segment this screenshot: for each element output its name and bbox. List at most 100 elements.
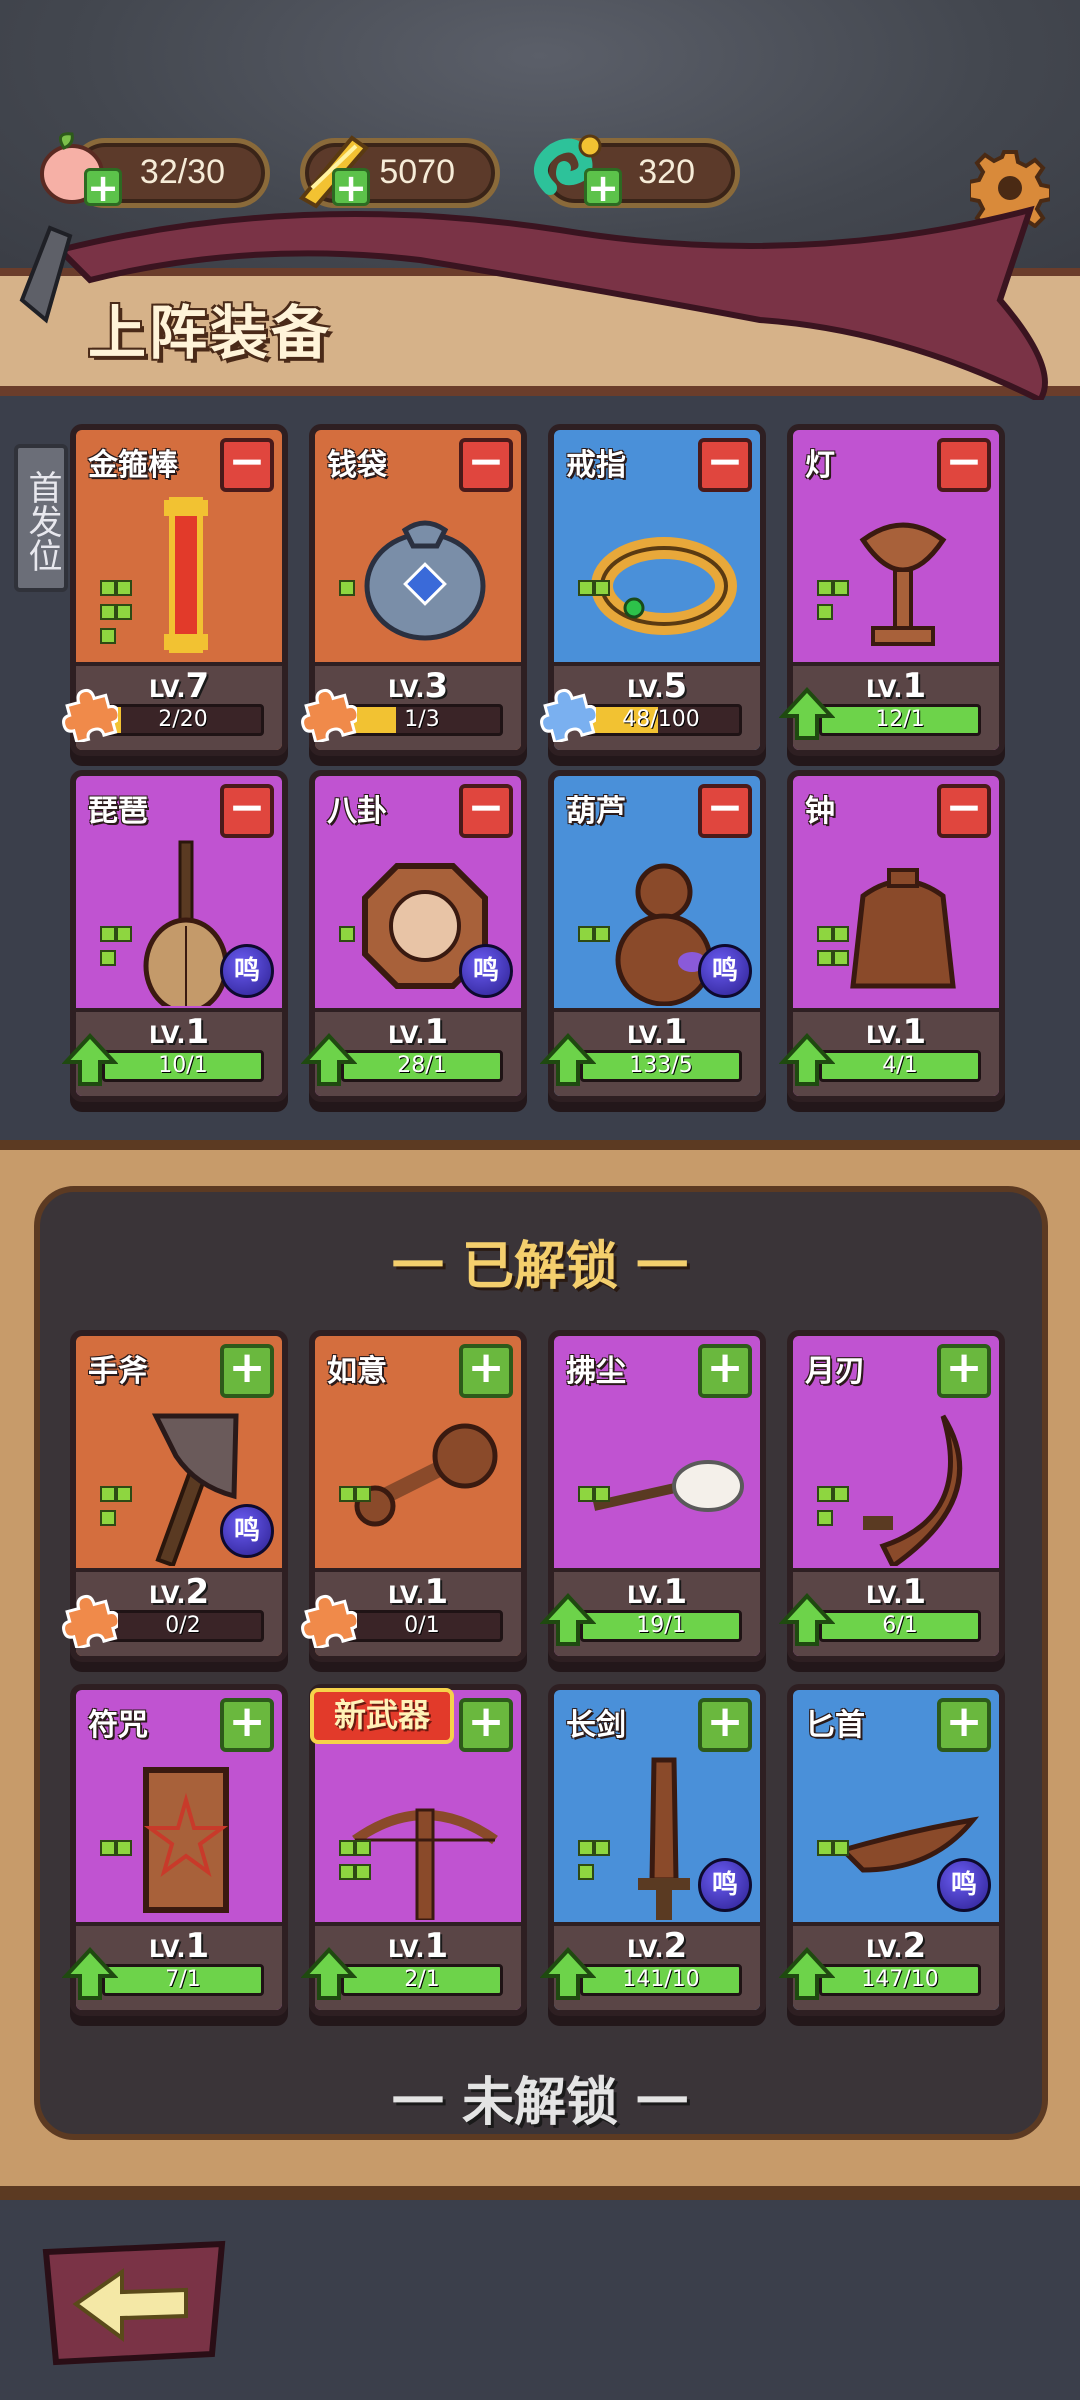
resonance-badge: 鸣: [937, 1858, 991, 1912]
new-weapon-badge: 新武器: [310, 1688, 454, 1744]
slot-pip: [578, 1486, 594, 1502]
tab-starting-position[interactable]: 首发位: [14, 444, 68, 592]
slot-pip: [116, 1486, 132, 1502]
progress-text: 12/1: [875, 707, 925, 732]
equip-button[interactable]: +: [220, 1344, 274, 1398]
equip-button[interactable]: +: [459, 1344, 513, 1398]
slot-pips: [100, 1840, 140, 1864]
level-prefix: LV.: [865, 1935, 903, 1963]
gear-icon[interactable]: [967, 148, 1053, 236]
unequip-button[interactable]: −: [220, 438, 274, 492]
upgrade-arrow-icon: [300, 1946, 358, 2002]
slot-pips: [339, 580, 379, 604]
unequip-button[interactable]: −: [459, 438, 513, 492]
level-prefix: LV.: [148, 675, 186, 703]
level-prefix: LV.: [148, 1581, 186, 1609]
slot-pips: [100, 926, 140, 974]
slot-pip: [100, 604, 116, 620]
item-name: 戒指: [566, 448, 626, 483]
puzzle-piece-icon: [540, 686, 599, 745]
unequip-button[interactable]: −: [220, 784, 274, 838]
slot-pip: [339, 1486, 355, 1502]
jade-add-button[interactable]: +: [584, 168, 622, 207]
progress-bar: 1/3: [341, 704, 503, 736]
unequip-button[interactable]: −: [937, 438, 991, 492]
slot-pip: [817, 604, 833, 620]
resonance-badge: 鸣: [698, 944, 752, 998]
progress-text: 10/1: [158, 1053, 208, 1078]
slot-pip: [116, 604, 132, 620]
lamp-icon: [823, 490, 983, 660]
upgrade-arrow-icon: [778, 686, 836, 742]
level-number: 1: [663, 1572, 688, 1612]
slot-pip: [817, 1510, 833, 1526]
slot-pip: [578, 1840, 594, 1856]
item-name: 拂尘: [566, 1354, 626, 1389]
resonance-badge: 鸣: [220, 944, 274, 998]
back-button[interactable]: [36, 2238, 232, 2368]
level-prefix: LV.: [626, 675, 664, 703]
progress-text: 133/5: [629, 1053, 693, 1078]
equip-button[interactable]: +: [698, 1698, 752, 1752]
unequip-button[interactable]: −: [698, 438, 752, 492]
progress-bar: 141/10: [580, 1964, 742, 1996]
level-number: 1: [902, 1572, 927, 1612]
slot-pip: [817, 580, 833, 596]
slot-pip: [594, 1840, 610, 1856]
progress-text: 6/1: [882, 1613, 918, 1638]
slot-pips: [817, 1840, 857, 1864]
slot-pips: [578, 580, 618, 604]
unequip-button[interactable]: −: [937, 784, 991, 838]
slot-pip: [594, 1486, 610, 1502]
slot-pip: [594, 580, 610, 596]
level-number: 7: [185, 666, 210, 706]
ring-icon: [584, 490, 744, 660]
slot-pips: [100, 580, 140, 652]
equip-button[interactable]: +: [937, 1344, 991, 1398]
progress-text: 7/1: [165, 1967, 201, 1992]
slot-pips: [339, 1486, 379, 1510]
unequip-button[interactable]: −: [459, 784, 513, 838]
talisman-icon: [106, 1750, 266, 1920]
level-number: 3: [424, 666, 449, 706]
level-prefix: LV.: [148, 1935, 186, 1963]
unequip-button[interactable]: −: [698, 784, 752, 838]
equip-button[interactable]: +: [459, 1698, 513, 1752]
page-title: 上阵装备: [88, 299, 333, 367]
slot-pip: [116, 1840, 132, 1856]
progress-text: 4/1: [882, 1053, 918, 1078]
level-prefix: LV.: [148, 1021, 186, 1049]
item-name: 符咒: [88, 1708, 148, 1743]
progress-bar: 0/2: [102, 1610, 264, 1642]
level-prefix: LV.: [626, 1935, 664, 1963]
slot-pip: [339, 1864, 355, 1880]
upgrade-arrow-icon: [300, 1032, 358, 1088]
item-name: 八卦: [327, 794, 387, 829]
equip-button[interactable]: +: [220, 1698, 274, 1752]
slot-pip: [833, 580, 849, 596]
slot-pip: [817, 950, 833, 966]
slot-pip: [355, 1864, 371, 1880]
upgrade-arrow-icon: [539, 1592, 597, 1648]
puzzle-piece-icon: [301, 1592, 360, 1651]
progress-text: 141/10: [622, 1967, 700, 1992]
slot-pip: [100, 1510, 116, 1526]
level-number: 2: [185, 1572, 210, 1612]
stamina-add-button[interactable]: +: [84, 168, 122, 207]
item-name: 金箍棒: [88, 448, 178, 483]
slot-pip: [116, 580, 132, 596]
upgrade-arrow-icon: [778, 1592, 836, 1648]
slot-pip: [578, 926, 594, 942]
item-name: 钟: [805, 794, 835, 829]
equip-button[interactable]: +: [937, 1698, 991, 1752]
progress-bar: 7/1: [102, 1964, 264, 1996]
equip-button[interactable]: +: [698, 1344, 752, 1398]
slot-pips: [339, 1840, 379, 1888]
progress-bar: 133/5: [580, 1050, 742, 1082]
gold-add-button[interactable]: +: [332, 168, 370, 207]
progress-text: 147/10: [861, 1967, 939, 1992]
level-number: 2: [663, 1926, 688, 1966]
progress-text: 1/3: [404, 707, 440, 732]
upgrade-arrow-icon: [778, 1032, 836, 1088]
level-number: 1: [424, 1572, 449, 1612]
